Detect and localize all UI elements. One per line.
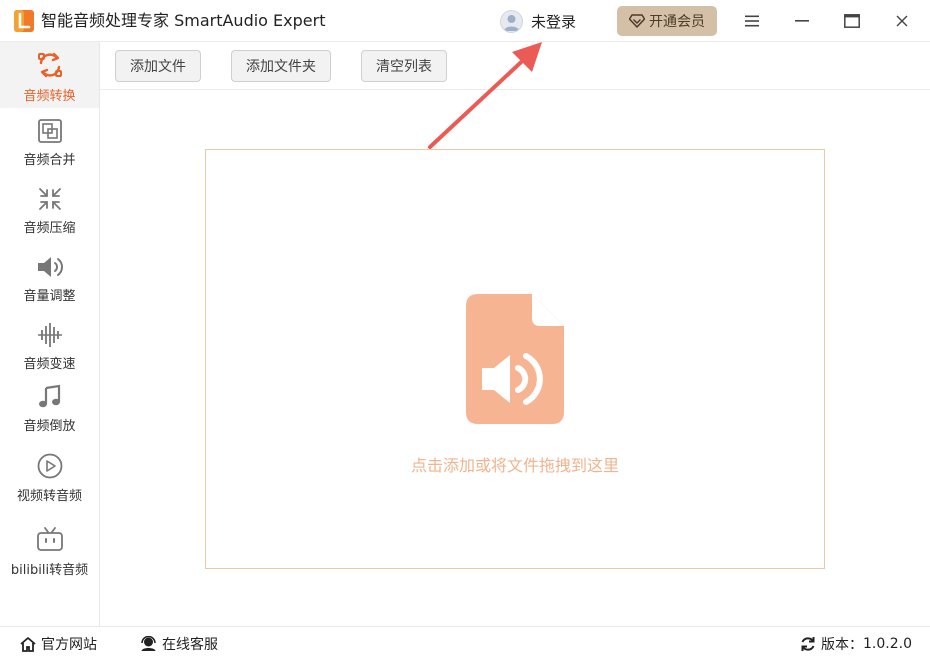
online-support-label: 在线客服 — [162, 637, 218, 653]
waveform-icon — [35, 322, 65, 348]
sidebar-item-label: 视频转音频 — [16, 489, 82, 504]
clear-list-button[interactable]: 清空列表 — [361, 50, 447, 82]
tv-icon — [35, 526, 65, 554]
maximize-icon — [844, 14, 860, 28]
update-refresh-icon — [801, 637, 815, 651]
sidebar-item-label: 音频合并 — [23, 153, 76, 168]
app-logo-icon — [14, 10, 34, 32]
menu-button[interactable] — [737, 6, 767, 36]
sidebar-item-label: 音频变速 — [23, 357, 76, 372]
avatar-icon — [500, 9, 523, 33]
refresh-convert-icon — [35, 50, 65, 80]
hamburger-menu-icon — [745, 15, 759, 27]
version-info[interactable]: 版本： 1.0.2.0 — [800, 634, 912, 654]
vip-button[interactable]: 开通会员 — [617, 6, 717, 36]
sidebar-item-volume-adjust[interactable]: 音量调整 — [0, 254, 99, 304]
sidebar-item-label: 音频倒放 — [23, 419, 76, 434]
status-bar: 官方网站 在线客服 版本： 1.0.2.0 — [0, 626, 930, 660]
minimize-button[interactable] — [787, 6, 817, 36]
vip-label: 开通会员 — [649, 14, 705, 30]
sidebar-item-audio-compress[interactable]: 音频压缩 — [0, 186, 99, 236]
version-number: 1.0.2.0 — [863, 636, 912, 652]
sidebar-item-audio-reverse[interactable]: 音频倒放 — [0, 384, 99, 434]
close-icon — [896, 15, 908, 27]
maximize-button[interactable] — [837, 6, 867, 36]
sidebar-item-label: 音量调整 — [23, 289, 76, 304]
audio-file-icon — [466, 294, 564, 424]
login-status: 未登录 — [531, 12, 577, 31]
file-drop-zone[interactable]: 点击添加或将文件拖拽到这里 — [205, 149, 825, 569]
sidebar-item-audio-merge[interactable]: 音频合并 — [0, 118, 99, 168]
diamond-icon — [629, 14, 645, 28]
volume-icon — [35, 254, 65, 280]
sidebar-item-bilibili-to-audio[interactable]: bilibili转音频 — [0, 526, 99, 578]
sidebar-item-label: 音频转换 — [23, 89, 76, 104]
sidebar-item-audio-speed[interactable]: 音频变速 — [0, 322, 99, 372]
home-icon — [20, 636, 36, 652]
online-support-link[interactable]: 在线客服 — [140, 634, 218, 654]
sidebar-item-video-to-audio[interactable]: 视频转音频 — [0, 452, 99, 504]
official-website-label: 官方网站 — [41, 637, 97, 653]
version-label: 版本： — [821, 637, 863, 653]
sidebar-item-audio-convert[interactable]: 音频转换 — [0, 42, 99, 108]
title-bar: 智能音频处理专家 SmartAudio Expert 未登录 开通会员 — [0, 0, 930, 42]
app-window: 智能音频处理专家 SmartAudio Expert 未登录 开通会员 音频转换… — [0, 0, 930, 660]
sidebar-item-label: bilibili转音频 — [10, 563, 89, 578]
login-button[interactable]: 未登录 — [500, 9, 576, 33]
play-icon — [35, 452, 65, 480]
sidebar-item-label: 音频压缩 — [23, 221, 76, 236]
merge-icon — [35, 118, 65, 144]
drop-hint-text: 点击添加或将文件拖拽到这里 — [410, 456, 619, 475]
compress-icon — [35, 186, 65, 212]
close-button[interactable] — [887, 6, 917, 36]
music-note-icon — [35, 384, 65, 410]
minimize-icon — [795, 20, 809, 22]
official-website-link[interactable]: 官方网站 — [20, 634, 97, 654]
toolbar: 添加文件 添加文件夹 清空列表 — [100, 42, 930, 90]
sidebar: 音频转换 音频合并 音频压缩 音量调整 音频变速 音频倒放 视频转音频 bili… — [0, 42, 100, 626]
app-title: 智能音频处理专家 SmartAudio Expert — [41, 11, 326, 30]
add-file-button[interactable]: 添加文件 — [115, 50, 201, 82]
headset-icon — [141, 636, 156, 651]
add-folder-button[interactable]: 添加文件夹 — [231, 50, 331, 82]
